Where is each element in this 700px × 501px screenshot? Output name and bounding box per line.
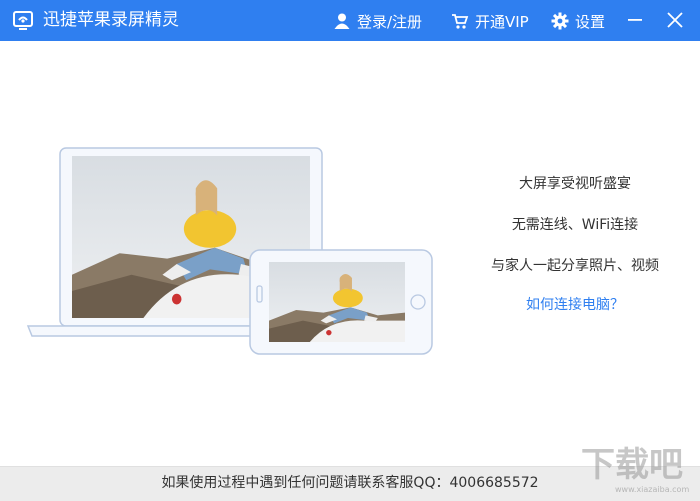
open-vip-button[interactable]: 开通VIP [451, 10, 529, 32]
app-logo-icon [13, 11, 33, 30]
watermark-logo: 下载吧 www.xiazaiba.com [581, 445, 689, 494]
watermark-url: www.xiazaiba.com [615, 485, 689, 494]
feature-share-family: 与家人一起分享照片、视频 [491, 258, 659, 274]
gear-icon [551, 12, 569, 30]
phone-screen-photo [269, 262, 405, 342]
device-illustration [26, 147, 433, 355]
watermark-text: 下载吧 [581, 445, 683, 485]
user-icon [334, 13, 350, 29]
settings-label: 设置 [575, 12, 606, 31]
feature-wifi-connect: 无需连线、WiFi连接 [511, 217, 639, 233]
open-vip-label: 开通VIP [475, 12, 529, 31]
how-to-connect-link[interactable]: 如何连接电脑？ [460, 295, 690, 315]
settings-button[interactable]: 设置 [551, 10, 605, 32]
login-register-label: 登录/注册 [357, 12, 423, 31]
support-contact-text: 如果使用过程中遇到任何问题请联系客服QQ：4006685572 [161, 475, 539, 491]
feature-big-screen: 大屏享受视听盛宴 [519, 176, 631, 192]
minimize-icon[interactable] [623, 8, 647, 32]
cart-icon [452, 14, 469, 29]
title-bar: 迅捷苹果录屏精灵 登录/注册 开通VIP 设置 [0, 0, 700, 41]
app-title: 迅捷苹果录屏精灵 [43, 10, 179, 30]
close-icon[interactable] [663, 8, 687, 32]
login-register-button[interactable]: 登录/注册 [333, 10, 422, 32]
